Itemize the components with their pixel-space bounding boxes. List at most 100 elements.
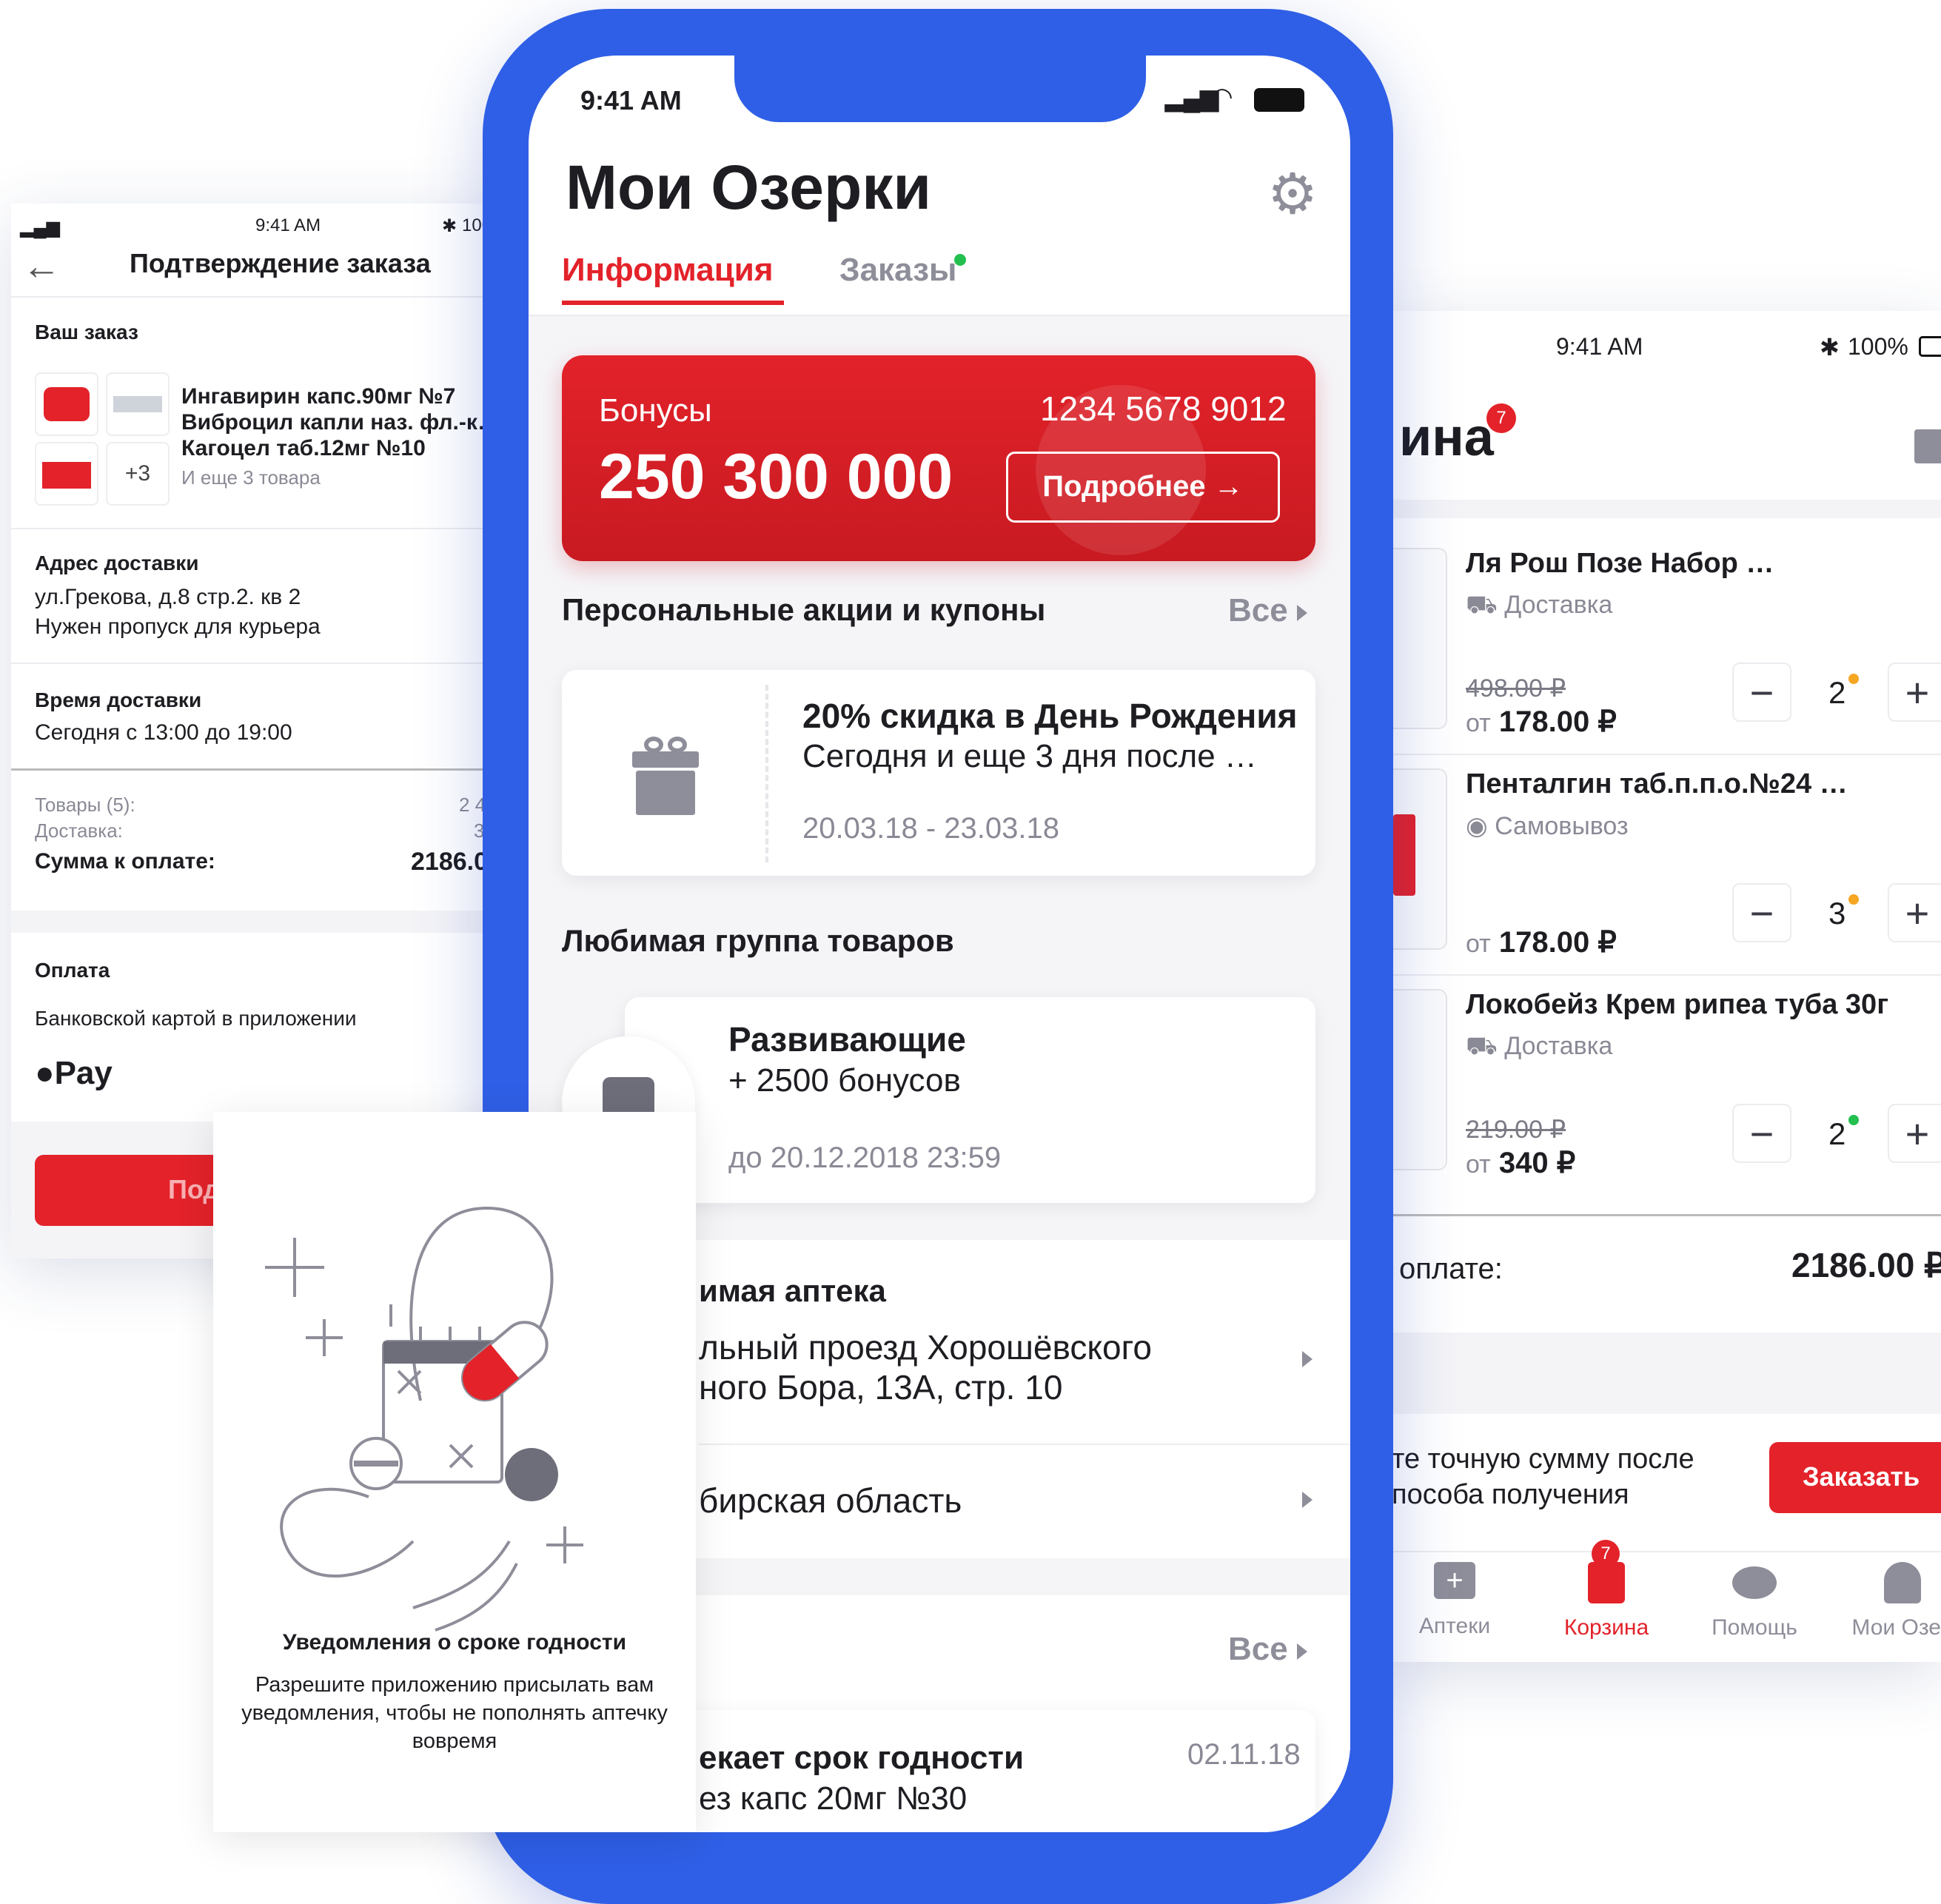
bluetooth-icon: ✱ [442, 216, 457, 236]
increase-button[interactable]: + [1888, 663, 1941, 722]
delivery-cost-label: Доставка: [35, 819, 123, 842]
fav-pharmacy-address: льный проезд Хорошёвского [699, 1328, 1152, 1367]
bonus-card[interactable]: Бонусы 1234 5678 9012 250 300 000 Подроб… [562, 355, 1315, 561]
cart-item: Пенталгин таб.п.п.о.№24 … ◉ Самовывоз от… [1392, 754, 1941, 961]
tab-cart[interactable]: Корзина [1547, 1562, 1666, 1640]
price-note: те точную сумму после [1392, 1444, 1694, 1475]
promos-section-title: Персональные акции и купоны [562, 592, 1046, 627]
cart-item: Ля Рош Позе Набор … ⛟ Доставка 498.00 ₽ … [1392, 533, 1941, 740]
price: от 340 ₽ [1466, 1147, 1576, 1179]
total-label: Сумма к оплате: [35, 849, 215, 874]
product-name[interactable]: Локобейз Крем рипеа туба 30г [1466, 989, 1888, 1021]
decrease-button[interactable]: − [1732, 1104, 1791, 1163]
apple-pay-logo: ●Pay [35, 1055, 113, 1091]
fav-pharmacy-address-2: ного Бора, 13А, стр. 10 [699, 1368, 1063, 1407]
more-items-text: И еще 3 товара [181, 466, 321, 489]
expiry-title: екает срок годности [699, 1740, 1025, 1776]
expiry-all-link[interactable]: Все [1228, 1631, 1307, 1668]
page-title: ина [1399, 408, 1494, 467]
thumb-2 [106, 372, 170, 436]
delivery-method: ⛟ Доставка [1466, 1032, 1613, 1060]
status-dot [1848, 1115, 1859, 1125]
location-pin-icon: ◉ [1466, 812, 1495, 840]
bonus-more-button[interactable]: Подробнее → [1006, 452, 1280, 523]
bonus-label: Бонусы [599, 392, 712, 429]
goods-label: Товары (5): [35, 794, 135, 816]
fav-pharmacy-title: имая аптека [699, 1273, 886, 1308]
old-price: 498.00 ₽ [1466, 674, 1566, 703]
fav-group-card[interactable]: Развивающие + 2500 бонусов до 20.12.2018… [625, 997, 1315, 1203]
address-note: Нужен пропуск для курьера [35, 614, 321, 639]
tab-profile[interactable]: Мои Озер [1843, 1562, 1941, 1640]
tab-pharmacies[interactable]: + Аптеки [1403, 1562, 1506, 1639]
product-image [1392, 989, 1447, 1170]
delivery-time-value: Сегодня с 13:00 до 19:00 [35, 720, 292, 745]
pickup-method: ◉ Самовывоз [1466, 812, 1629, 840]
user-icon [1884, 1562, 1921, 1603]
cart-tab-badge: 7 [1592, 1540, 1620, 1568]
order-label: Ваш заказ [35, 321, 138, 343]
promos-all-link[interactable]: Все [1228, 592, 1307, 629]
status-dot [1848, 674, 1859, 684]
notification-text: Разрешите приложению присылать вам уведо… [241, 1673, 668, 1753]
status-dot [1848, 894, 1859, 905]
increase-button[interactable]: + [1888, 883, 1941, 942]
quantity-value: 2 [1828, 675, 1846, 710]
status-time: 9:41 AM [255, 215, 321, 235]
price-note-2: пособа получения [1392, 1479, 1629, 1510]
pharmacy-icon: + [1434, 1562, 1475, 1599]
increase-button[interactable]: + [1888, 1104, 1941, 1163]
total-label: оплате: [1399, 1253, 1503, 1285]
battery-icon [1919, 336, 1941, 357]
page-title: Подтверждение заказа [130, 248, 431, 278]
settings-gear-icon[interactable]: ⚙ [1267, 167, 1318, 223]
bluetooth-icon: ✱ [1820, 334, 1840, 361]
page-title: Мои Озерки [566, 152, 931, 222]
new-orders-dot [954, 254, 966, 266]
price: от 178.00 ₽ [1466, 705, 1617, 738]
tab-orders[interactable]: Заказы [839, 252, 957, 289]
trash-icon[interactable] [1914, 429, 1941, 463]
order-confirmation-screen: ▂▄▆ 9:41 AM ✱ 100 ← Подтверждение заказа… [11, 204, 500, 1258]
coupon-dates: 20.03.18 - 23.03.18 [802, 812, 1059, 845]
product-image [1392, 548, 1447, 729]
product-name[interactable]: Пенталгин таб.п.п.о.№24 … [1466, 768, 1848, 800]
order-button[interactable]: Заказать [1769, 1442, 1941, 1513]
status-time: 9:41 AM [1556, 333, 1643, 360]
chevron-right-icon[interactable] [1302, 1351, 1313, 1371]
quantity-value: 3 [1828, 896, 1846, 931]
order-item-1: Ингавирин капс.90мг №7 [181, 384, 456, 409]
wifi-icon: ◠ [1211, 83, 1233, 111]
calendar-pill-illustration [265, 1206, 583, 1632]
decrease-button[interactable]: − [1732, 883, 1791, 942]
tab-bar: + Аптеки Корзина 7 Помощь Мои Озер [1392, 1540, 1941, 1662]
chevron-right-icon[interactable] [1302, 1492, 1313, 1512]
back-arrow-icon[interactable]: ← [22, 244, 61, 289]
tab-info[interactable]: Информация [562, 252, 784, 305]
delivery-time-label: Время доставки [35, 688, 202, 711]
expiry-date: 02.11.18 [1187, 1738, 1301, 1771]
group-name: Развивающие [728, 1020, 966, 1059]
region-selector[interactable]: бирская область [699, 1481, 962, 1521]
battery-icon [1254, 88, 1304, 112]
status-bar: ▂▄▆ 9:41 AM ✱ 100 [20, 211, 494, 241]
address-line: ул.Грекова, д.8 стр.2. кв 2 [35, 585, 301, 609]
notification-title: Уведомления о сроке годности [282, 1630, 627, 1655]
payment-label: Оплата [35, 959, 110, 982]
expiry-notification-card: Уведомления о сроке годности Разрешите п… [213, 1112, 696, 1832]
cart-screen: 9:41 AM ✱ 100% ина 7 Ля Рош Позе Набор …… [1392, 311, 1941, 1662]
tab-help[interactable]: Помощь [1703, 1562, 1806, 1640]
decrease-button[interactable]: − [1732, 663, 1791, 722]
bag-icon [1588, 1562, 1625, 1603]
thumb-more: +3 [106, 442, 170, 506]
coupon-card[interactable]: 20% скидка в День Рождения Сегодня и еще… [562, 670, 1315, 876]
payment-method[interactable]: Банковской картой в приложении [35, 1007, 357, 1030]
product-name[interactable]: Ля Рош Позе Набор … [1466, 548, 1774, 580]
quantity-value: 2 [1828, 1116, 1846, 1151]
group-bonus: + 2500 бонусов [728, 1062, 961, 1099]
thumb-3 [35, 442, 98, 506]
fav-group-title: Любимая группа товаров [562, 923, 954, 958]
thumb-1 [35, 372, 98, 436]
total-value: 2186.0 [411, 848, 488, 876]
notch [734, 56, 1146, 122]
